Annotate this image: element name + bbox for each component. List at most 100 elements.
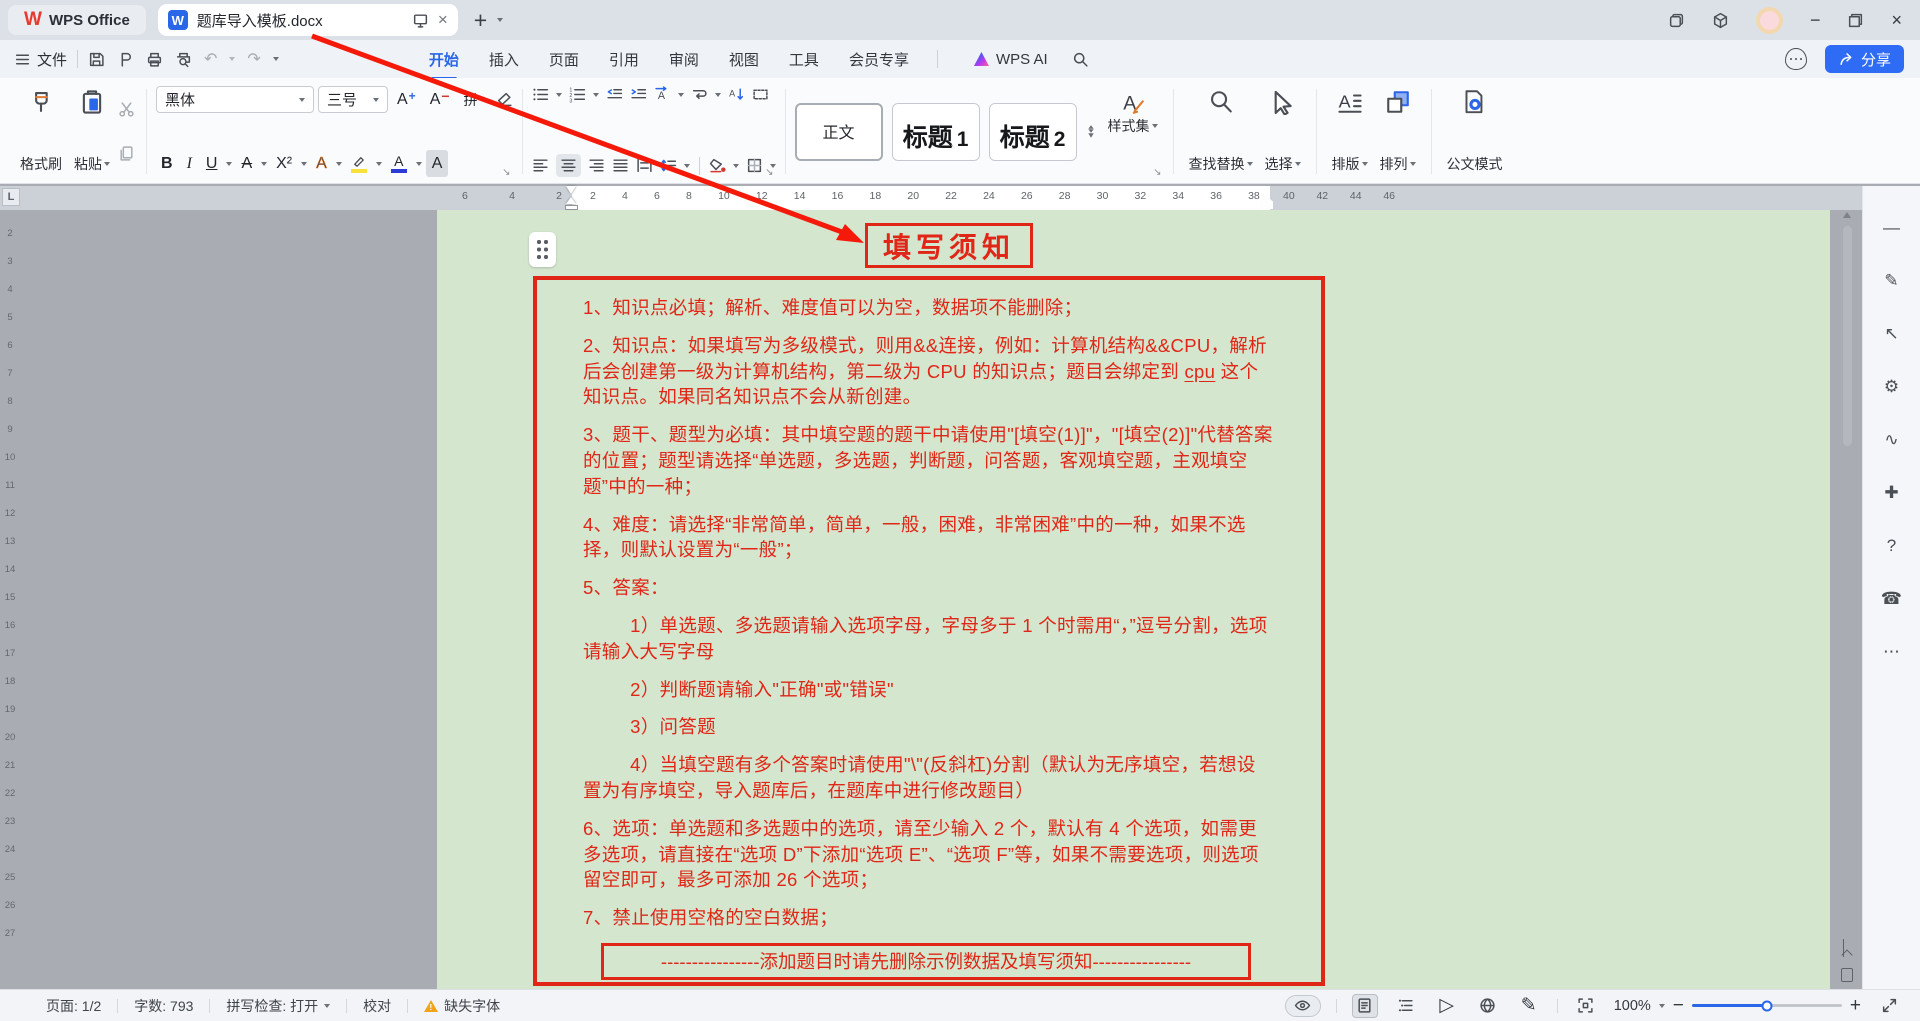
hide-panel-icon[interactable]: — [1880, 216, 1904, 240]
hanging-indent-marker[interactable] [566, 197, 576, 204]
save-icon[interactable] [88, 51, 105, 68]
zoom-value[interactable]: 100% [1614, 998, 1651, 1014]
print-preview-icon[interactable] [175, 51, 192, 68]
superscript-button[interactable]: X² [271, 150, 297, 177]
zoom-slider[interactable] [1692, 1004, 1842, 1007]
fit-page-button[interactable] [1573, 994, 1599, 1018]
apps-box-icon[interactable] [1712, 12, 1729, 29]
file-menu-button[interactable]: 文件 [14, 49, 67, 70]
font-color-button[interactable]: A [386, 150, 412, 177]
menu-tab[interactable]: 视图 [729, 49, 759, 70]
tab-close-icon[interactable]: × [438, 10, 448, 30]
export-pdf-icon[interactable] [117, 51, 134, 68]
menu-tab[interactable]: 插入 [489, 49, 519, 70]
quickbar-customize-caret-icon[interactable] [273, 57, 279, 61]
first-line-indent-marker[interactable] [566, 186, 576, 194]
vertical-ruler[interactable]: 2345678910111213141516171819202122232425… [0, 212, 20, 989]
mobile-connect-icon[interactable]: ☎ [1880, 587, 1904, 611]
text-direction-icon[interactable]: A [654, 86, 671, 103]
present-screen-icon[interactable] [412, 12, 429, 29]
select-tool-icon[interactable]: ↖ [1880, 322, 1904, 346]
cut-icon[interactable] [118, 101, 135, 118]
tab-list-caret-icon[interactable] [497, 18, 503, 22]
find-replace-button[interactable]: 查找替换 [1183, 85, 1259, 178]
font-name-select[interactable]: 黑体 [156, 86, 314, 113]
menu-tab[interactable]: 工具 [789, 49, 819, 70]
wrap-caret-icon[interactable] [715, 93, 721, 97]
help-icon[interactable]: ? [1880, 534, 1904, 558]
page-indicator[interactable]: 页面: 1/2 [46, 996, 101, 1016]
close-icon[interactable]: × [1891, 10, 1902, 31]
minimize-icon[interactable]: − [1810, 10, 1821, 31]
gallery-down-icon[interactable] [1088, 129, 1093, 133]
more-menu-icon[interactable] [1785, 48, 1807, 70]
increase-indent-icon[interactable] [630, 86, 647, 103]
font-color-caret-icon[interactable] [416, 162, 422, 166]
edit-mode-button[interactable]: ✎ [1516, 994, 1542, 1018]
zoom-out-icon[interactable]: − [1673, 995, 1684, 1017]
more-tools-icon[interactable]: ⋯ [1880, 640, 1904, 664]
menu-tab[interactable]: 开始 [429, 49, 459, 70]
style-set-button[interactable]: A 样式集 [1102, 86, 1164, 140]
spellcheck-toggle[interactable]: 拼写检查: 打开 [226, 996, 330, 1016]
tab-stop-selector[interactable]: L [2, 188, 20, 206]
proofread-button[interactable]: 校对 [363, 996, 391, 1016]
fullscreen-button[interactable] [1876, 994, 1902, 1018]
menu-tab[interactable]: 会员专享 [849, 49, 909, 70]
font-dialog-launcher-icon[interactable]: ↘ [502, 167, 510, 178]
distribute-icon[interactable] [636, 157, 653, 174]
web-view-button[interactable] [1475, 994, 1501, 1018]
bullet-list-icon[interactable] [532, 86, 549, 103]
format-painter-button[interactable]: 格式刷 [14, 85, 68, 178]
zoom-slider-knob[interactable] [1761, 1000, 1772, 1011]
toolbox-icon[interactable]: ✚ [1880, 481, 1904, 505]
decrease-font-button[interactable]: A− [425, 86, 455, 113]
scroll-up-icon[interactable] [1843, 212, 1851, 218]
bullet-caret-icon[interactable] [556, 93, 562, 97]
scrollbar-thumb[interactable] [1843, 226, 1852, 446]
line-spacing-icon[interactable] [660, 157, 677, 174]
smart-format-icon[interactable]: ⚙ [1880, 375, 1904, 399]
eye-protection-button[interactable] [1285, 995, 1321, 1017]
missing-font-warning[interactable]: 缺失字体 [424, 996, 500, 1016]
official-doc-mode-button[interactable]: 公文模式 [1441, 85, 1509, 178]
superscript-caret-icon[interactable] [301, 162, 307, 166]
page-view-button[interactable] [1352, 994, 1378, 1018]
document-page[interactable]: 填写须知 1、知识点必填；解析、难度值可以为空，数据项不能删除；2、知识点：如果… [437, 210, 1830, 989]
menu-tab[interactable]: 审阅 [669, 49, 699, 70]
text-effects-button[interactable]: A [311, 150, 332, 177]
align-left-icon[interactable] [532, 157, 549, 174]
zoom-in-icon[interactable]: + [1850, 995, 1861, 1017]
annotate-pen-icon[interactable]: ✎ [1880, 269, 1904, 293]
style-normal[interactable]: 正文 [795, 103, 883, 161]
vertical-scrollbar[interactable] [1840, 212, 1854, 989]
phonetic-guide-button[interactable]: 拼 [459, 86, 492, 113]
numbered-list-icon[interactable]: 123 [569, 86, 586, 103]
highlight-caret-icon[interactable] [376, 162, 382, 166]
arrange-button[interactable]: 排列 [1374, 85, 1422, 178]
show-marks-icon[interactable] [752, 86, 769, 103]
paragraph-drag-handle-icon[interactable] [529, 232, 556, 267]
workbench-icon[interactable] [1668, 12, 1685, 29]
app-home-tab[interactable]: W WPS Office [8, 5, 146, 35]
select-button[interactable]: 选择 [1259, 85, 1307, 178]
character-shading-button[interactable]: A [426, 150, 449, 177]
undo-icon[interactable]: ↶ [204, 49, 217, 69]
text-effects-caret-icon[interactable] [336, 162, 342, 166]
font-size-select[interactable]: 三号 [318, 86, 388, 113]
numbered-caret-icon[interactable] [593, 93, 599, 97]
shading-caret-icon[interactable] [733, 164, 739, 168]
print-icon[interactable] [146, 51, 163, 68]
previous-page-icon[interactable] [1843, 939, 1851, 959]
highlight-color-button[interactable] [346, 150, 372, 177]
document-tab[interactable]: W 题库导入模板.docx × [158, 4, 458, 36]
gallery-more-icon[interactable] [1088, 133, 1093, 138]
zoom-caret-icon[interactable] [1659, 1004, 1665, 1008]
align-center-button[interactable] [556, 154, 581, 177]
undo-caret-icon[interactable] [229, 57, 235, 61]
chart-tools-icon[interactable]: ∿ [1880, 428, 1904, 452]
redo-icon[interactable]: ↷ [247, 49, 260, 69]
shading-bucket-icon[interactable] [709, 157, 726, 174]
horizontal-ruler[interactable]: 642 2468101214161820222426283032343638 4… [0, 186, 1862, 210]
align-right-icon[interactable] [588, 157, 605, 174]
